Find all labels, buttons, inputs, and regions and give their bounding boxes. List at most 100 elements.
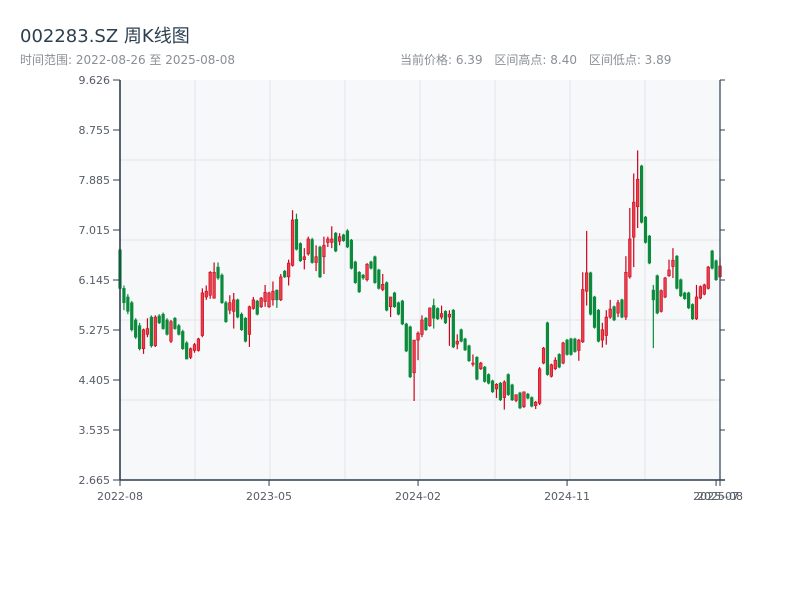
candle-body (647, 235, 652, 264)
candle-body (534, 401, 538, 406)
candle-body (561, 342, 565, 364)
candle-down (687, 291, 691, 310)
candle-down (475, 356, 479, 381)
candle-down (451, 309, 455, 349)
candle-down (396, 301, 401, 316)
candle-body (330, 238, 334, 243)
candle-body (600, 329, 604, 341)
candle-body (553, 359, 557, 370)
candle-down (459, 328, 463, 343)
candle-down (612, 305, 616, 322)
candle-down (565, 338, 569, 356)
candle-down (377, 268, 381, 290)
candle-up (267, 291, 271, 308)
candle-down (530, 396, 534, 408)
candle-body (694, 296, 699, 320)
candle-body (581, 289, 585, 343)
candle-body (338, 236, 342, 242)
candle-body (365, 263, 369, 281)
candle-down (294, 213, 299, 251)
candle-down (353, 260, 357, 284)
candle-body (263, 292, 267, 302)
candle-down (573, 337, 577, 353)
candle-body (443, 311, 448, 324)
candle-down (345, 229, 350, 249)
candle-down (647, 234, 652, 265)
candle-body (173, 317, 177, 329)
candle-up (428, 307, 432, 327)
candle-down (639, 164, 644, 224)
candle-down (467, 344, 471, 362)
x-tick-label: 2024-11 (544, 490, 590, 503)
candle-body (616, 302, 620, 314)
candle-down (506, 373, 510, 396)
candle-body (161, 313, 165, 329)
candle-body (220, 274, 224, 304)
candle-up (561, 341, 565, 365)
candle-down (236, 298, 240, 319)
candle-body (396, 302, 401, 315)
candle-body (310, 239, 314, 263)
candle-up (259, 296, 263, 308)
candle-body (400, 300, 404, 325)
candle-body (192, 344, 197, 351)
candle-down (157, 314, 161, 324)
candle-body (487, 374, 491, 384)
candle-down (408, 325, 412, 379)
candle-body (549, 364, 553, 377)
candle-down (518, 391, 522, 410)
candle-body (141, 329, 146, 349)
candle-up (659, 289, 663, 313)
candle-down (588, 271, 593, 316)
candle-body (428, 307, 432, 327)
candle-body (683, 292, 687, 300)
candle-body (588, 272, 593, 315)
candle-body (636, 178, 640, 208)
candle-down (400, 299, 404, 326)
candle-body (408, 326, 412, 378)
candle-body (479, 362, 483, 370)
candle-body (271, 290, 275, 301)
candle-body (228, 302, 232, 311)
candle-body (502, 381, 506, 398)
candle-down (310, 237, 314, 264)
candle-body (620, 299, 624, 318)
candle-up (169, 319, 173, 343)
candle-body (267, 292, 271, 308)
candle-body (671, 259, 675, 267)
candle-body (361, 274, 365, 279)
candle-body (455, 340, 459, 345)
candle-body (592, 296, 597, 328)
candle-down (177, 323, 181, 336)
candle-down (443, 310, 448, 324)
candle-body (510, 384, 514, 401)
candle-down (690, 303, 695, 320)
candle-body (388, 296, 393, 308)
candle-body (177, 325, 181, 335)
candle-down (683, 291, 687, 300)
candle-down (161, 312, 165, 330)
candle-body (377, 269, 381, 289)
candle-body (236, 299, 240, 318)
candle-down (255, 299, 259, 316)
candle-body (439, 313, 444, 318)
candle-down (181, 329, 185, 350)
candle-body (298, 243, 302, 262)
candle-body (714, 260, 718, 281)
candle-body (475, 357, 479, 380)
candle-down (149, 315, 153, 348)
candlestick-chart: 9.626 8.755 7.885 7.015 6.145 5.275 4.405 3.535… (79, 74, 743, 503)
candle-body (663, 277, 667, 298)
x-tick-label: 2023-05 (246, 490, 292, 503)
candle-down (710, 249, 714, 270)
candle-up (663, 276, 667, 299)
y-tick-label: 2.665 (79, 474, 111, 487)
candle-body (353, 261, 357, 283)
candle-body (432, 305, 436, 319)
candle-body (702, 284, 706, 295)
candle-body (200, 292, 204, 336)
candle-body (463, 338, 467, 351)
candle-down (369, 260, 373, 270)
candle-body (247, 306, 252, 335)
candle-body (541, 347, 546, 364)
